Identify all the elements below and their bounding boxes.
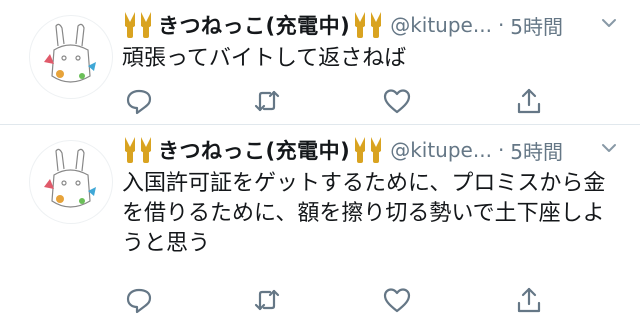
reply-icon[interactable] (124, 86, 154, 116)
tweet-header: きつねっこ(充電中) @kitupe... · 5時間 (122, 8, 563, 42)
avatar-illustration-icon (44, 23, 96, 83)
action-bar (122, 285, 562, 319)
retweet-icon[interactable] (252, 285, 282, 315)
fox-emoji-icon (122, 135, 156, 165)
action-bar (122, 86, 562, 120)
tweet-header: きつねっこ(充電中) @kitupe... · 5時間 (122, 133, 563, 167)
separator: · (497, 138, 505, 162)
tweet[interactable]: きつねっこ(充電中) @kitupe... · 5時間 頑張ってバイトして返さね… (0, 0, 640, 125)
display-name[interactable]: きつねっこ(充電中) (158, 10, 350, 40)
tweet[interactable]: きつねっこ(充電中) @kitupe... · 5時間 入国許可証をゲットするた… (0, 125, 640, 329)
fox-emoji-icon (352, 10, 386, 40)
share-icon[interactable] (514, 285, 544, 315)
separator: · (497, 13, 505, 37)
timestamp[interactable]: 5時間 (510, 11, 563, 40)
heart-icon[interactable] (382, 86, 412, 116)
display-name[interactable]: きつねっこ(充電中) (158, 135, 350, 165)
fox-emoji-icon (352, 135, 386, 165)
retweet-icon[interactable] (252, 86, 282, 116)
handle[interactable]: @kitupe... (390, 138, 492, 162)
avatar[interactable] (30, 141, 112, 223)
fox-emoji-icon (122, 10, 156, 40)
tweet-text: 頑張ってバイトして返さねば (122, 46, 407, 71)
reply-icon[interactable] (124, 285, 154, 315)
avatar-illustration-icon (44, 148, 96, 208)
chevron-down-icon[interactable] (600, 139, 618, 157)
chevron-down-icon[interactable] (600, 14, 618, 32)
avatar[interactable] (30, 16, 112, 98)
handle[interactable]: @kitupe... (390, 13, 492, 37)
share-icon[interactable] (514, 86, 544, 116)
timestamp[interactable]: 5時間 (510, 136, 563, 165)
tweet-text: 入国許可証をゲットするために、プロミスから金を借りるために、額を擦り切る勢いで土… (122, 171, 606, 256)
heart-icon[interactable] (382, 285, 412, 315)
